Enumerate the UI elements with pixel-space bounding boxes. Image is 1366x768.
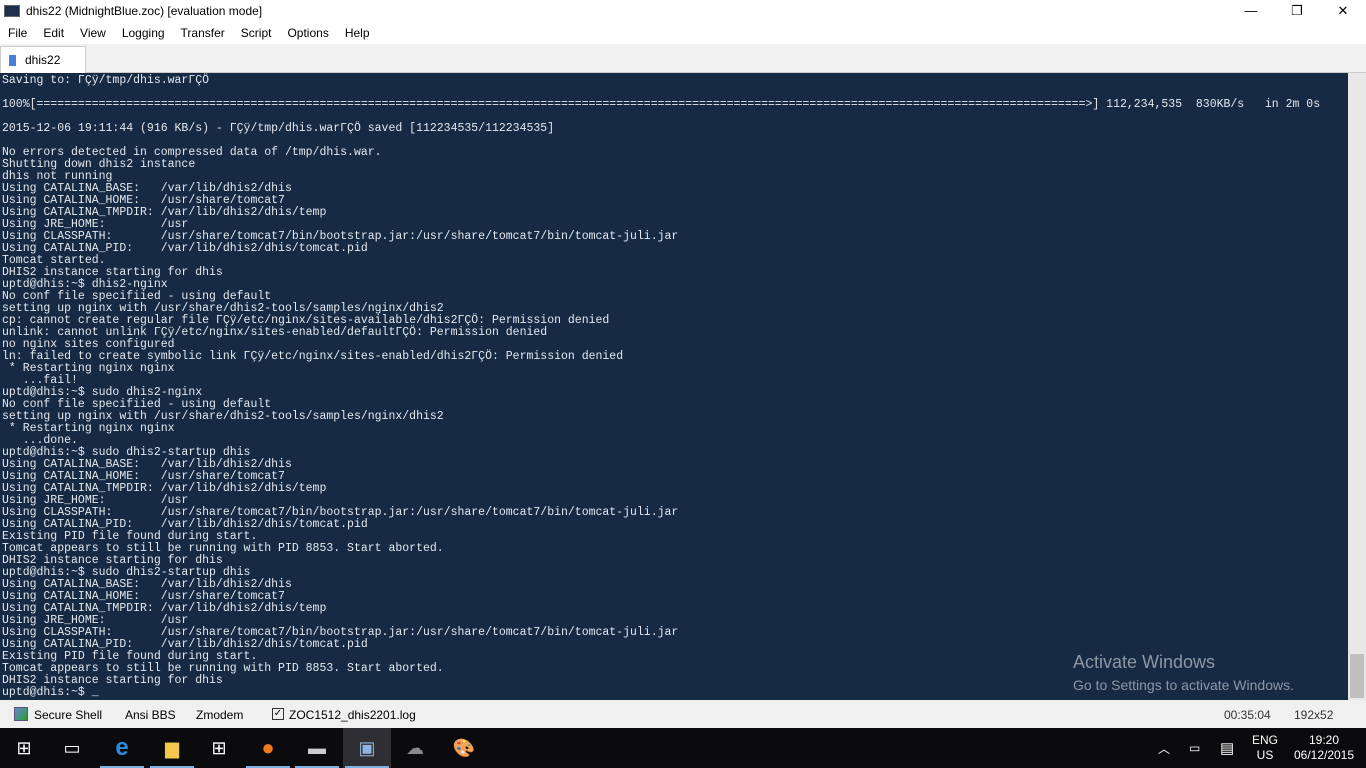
terminal-line: * Restarting nginx nginx [2, 422, 175, 435]
menu-view[interactable]: View [80, 26, 106, 40]
language-indicator[interactable]: ENG US [1252, 728, 1278, 768]
terminal-line: ...fail! [2, 374, 78, 387]
menu-options[interactable]: Options [287, 26, 328, 40]
terminal-output[interactable]: Saving to: ΓÇÿ/tmp/dhis.warΓÇÖ 100%[=====… [0, 73, 1348, 700]
notifications-icon[interactable]: ▤ [1220, 728, 1234, 768]
clock-time: 19:20 [1308, 733, 1340, 747]
menu-transfer[interactable]: Transfer [181, 26, 225, 40]
terminal-line: Using CATALINA_TMPDIR: /var/lib/dhis2/dh… [2, 206, 327, 219]
show-hidden-icons[interactable]: ︿ [1158, 728, 1170, 768]
logging-checkbox[interactable]: ✓ [272, 708, 284, 720]
status-emulation[interactable]: Ansi BBS [125, 708, 176, 722]
secure-shell-icon [14, 707, 28, 721]
watermark-subtitle: Go to Settings to activate Windows. [1073, 677, 1294, 693]
window-title: dhis22 (MidnightBlue.zoc) [evaluation mo… [26, 4, 263, 18]
session-tab-label: dhis22 [25, 53, 61, 67]
zoc-app-icon [4, 5, 20, 17]
title-bar: dhis22 (MidnightBlue.zoc) [evaluation mo… [0, 0, 1366, 22]
firefox-icon[interactable]: ● [244, 728, 292, 768]
store-icon[interactable]: ⊞ [195, 728, 243, 768]
watermark-title: Activate Windows [1073, 652, 1216, 672]
status-elapsed: 00:35:04 [1224, 708, 1271, 722]
terminal-line: unlink: cannot unlink ΓÇÿ/etc/nginx/site… [2, 326, 548, 339]
terminal-line: DHIS2 instance starting for dhis [2, 266, 223, 279]
status-size: 192x52 [1294, 708, 1334, 722]
task-view-icon[interactable]: ▭ [48, 728, 96, 768]
terminal-line: Using CATALINA_TMPDIR: /var/lib/dhis2/dh… [2, 602, 327, 615]
terminal-line: 2015-12-06 19:11:44 (916 KB/s) - ΓÇÿ/tmp… [2, 122, 555, 135]
menu-bar: File Edit View Logging Transfer Script O… [0, 22, 1366, 44]
clock-date: 06/12/2015 [1293, 748, 1355, 762]
command-prompt-icon[interactable]: ▬ [293, 728, 341, 768]
status-bar: Secure Shell Ansi BBS Zmodem ✓ ZOC1512_d… [0, 700, 1366, 728]
menu-script[interactable]: Script [241, 26, 272, 40]
terminal-scrollbar[interactable] [1348, 73, 1366, 700]
session-tab[interactable]: dhis22 [0, 46, 86, 73]
zoc-terminal-icon[interactable]: ▣ [343, 728, 391, 768]
terminal-line: * Restarting nginx nginx [2, 362, 175, 375]
edge-browser-icon[interactable]: e [98, 728, 146, 768]
status-protocol[interactable]: Secure Shell [34, 708, 102, 722]
keyboard-layout: US [1256, 748, 1274, 762]
minimize-button[interactable]: — [1228, 0, 1274, 22]
terminal-line: 100%[===================================… [2, 98, 1321, 111]
session-tab-bar: dhis22 [0, 44, 1366, 73]
terminal-line: No errors detected in compressed data of… [2, 146, 382, 159]
language-code: ENG [1252, 733, 1279, 747]
status-logfile[interactable]: ZOC1512_dhis2201.log [289, 708, 416, 722]
file-explorer-icon[interactable]: ▆ [148, 728, 196, 768]
paint-icon[interactable]: 🎨 [440, 728, 488, 768]
menu-file[interactable]: File [8, 26, 27, 40]
terminal-line: ln: failed to create symbolic link ΓÇÿ/e… [2, 350, 624, 363]
scrollbar-thumb[interactable] [1350, 654, 1364, 698]
cloud-app-icon[interactable]: ☁ [391, 728, 439, 768]
menu-logging[interactable]: Logging [122, 26, 165, 40]
terminal-line: setting up nginx with /usr/share/dhis2-t… [2, 410, 444, 423]
battery-icon[interactable]: ▭ [1189, 728, 1200, 768]
maximize-button[interactable]: ❐ [1274, 0, 1320, 22]
terminal-line: Using CATALINA_PID: /var/lib/dhis2/dhis/… [2, 242, 368, 255]
activate-windows-watermark: Activate Windows Go to Settings to activ… [1073, 652, 1294, 693]
terminal-line: Shutting down dhis2 instance [2, 158, 196, 171]
terminal-line: Saving to: ΓÇÿ/tmp/dhis.warΓÇÖ [2, 74, 210, 87]
session-icon [9, 54, 16, 66]
windows-start-icon[interactable]: ⊞ [0, 728, 48, 768]
terminal-line: Using CATALINA_TMPDIR: /var/lib/dhis2/dh… [2, 482, 327, 495]
status-transfer[interactable]: Zmodem [196, 708, 243, 722]
menu-help[interactable]: Help [345, 26, 370, 40]
clock[interactable]: 19:20 06/12/2015 [1292, 728, 1356, 768]
taskbar: ⊞ ▭ e ▆ ⊞ ● ▬ ▣ ☁ 🎨 ︿ ▭ ▤ ENG US 19:20 0… [0, 728, 1366, 768]
close-button[interactable]: ✕ [1320, 0, 1366, 22]
menu-edit[interactable]: Edit [43, 26, 64, 40]
